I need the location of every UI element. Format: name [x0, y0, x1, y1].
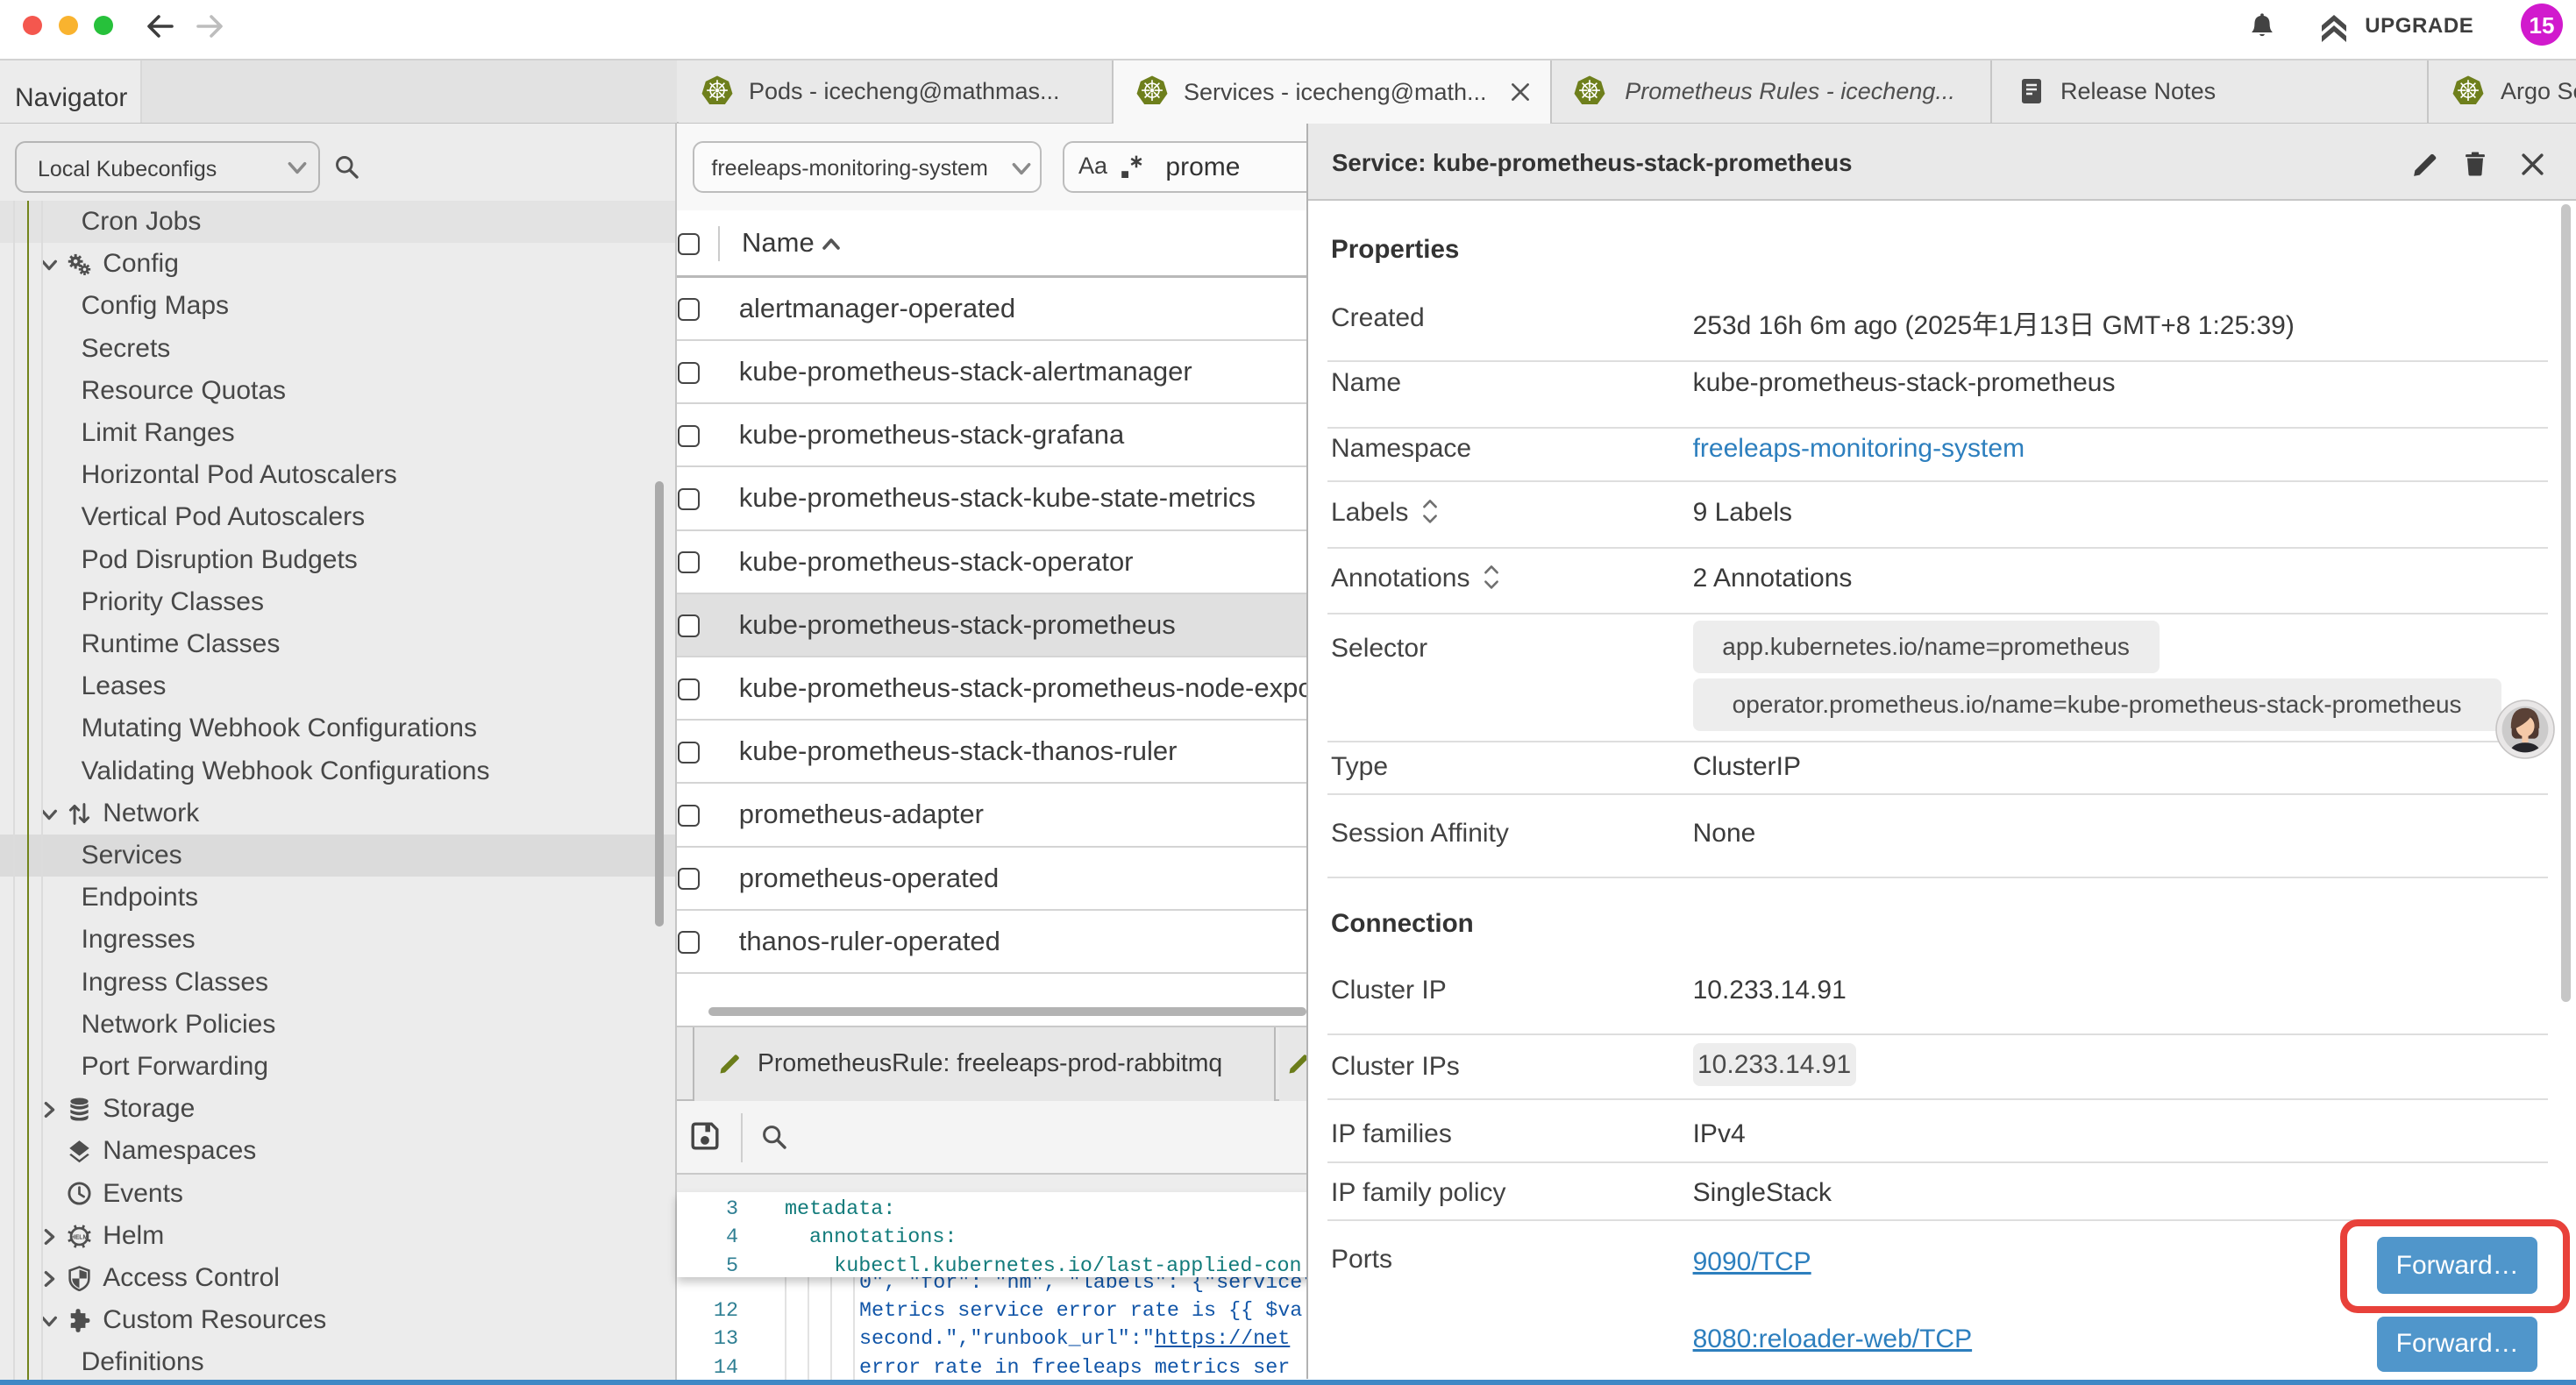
svg-text:HELM: HELM — [71, 1234, 89, 1240]
